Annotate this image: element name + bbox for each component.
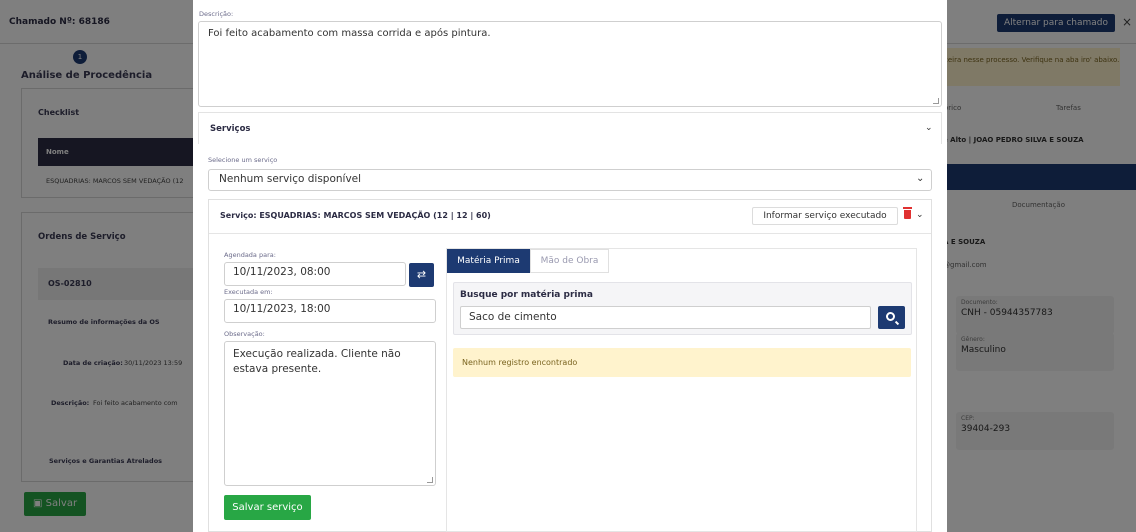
resize-handle[interactable]	[427, 477, 433, 483]
description-textarea[interactable]: Foi feito acabamento com massa corrida e…	[198, 21, 942, 107]
save-service-button[interactable]: Salvar serviço	[224, 495, 311, 520]
search-icon	[886, 312, 895, 321]
tab-labor[interactable]: Mão de Obra	[530, 249, 609, 273]
service-title: Serviço: ESQUADRIAS: MARCOS SEM VEDAÇÃO …	[220, 211, 491, 220]
material-panel: Matéria Prima Mão de Obra Busque por mat…	[446, 248, 917, 532]
service-modal: Descrição: Foi feito acabamento com mass…	[193, 0, 947, 532]
description-text: Foi feito acabamento com massa corrida e…	[208, 28, 491, 39]
select-value: Nenhum serviço disponível	[219, 173, 362, 185]
executed-input[interactable]: 10/11/2023, 18:00	[224, 299, 436, 323]
service-select[interactable]: Nenhum serviço disponível ⌄	[208, 169, 932, 191]
search-value: Saco de cimento	[469, 311, 557, 323]
observation-label: Observação:	[224, 330, 265, 338]
search-button[interactable]	[878, 306, 905, 329]
empty-message: Nenhum registro encontrado	[453, 348, 911, 377]
tab-material[interactable]: Matéria Prima	[447, 249, 530, 273]
scheduled-value: 10/11/2023, 08:00	[233, 266, 331, 278]
executed-label: Executada em:	[224, 288, 273, 296]
search-title: Busque por matéria prima	[460, 290, 593, 300]
swap-icon[interactable]: ⇄	[409, 263, 434, 287]
description-label: Descrição:	[199, 10, 234, 18]
chevron-down-icon[interactable]: ⌄	[925, 123, 933, 133]
observation-text: Execução realizada. Cliente não estava p…	[233, 348, 401, 375]
chevron-down-icon: ⌄	[916, 173, 925, 184]
trash-icon[interactable]	[903, 207, 912, 219]
scheduled-label: Agendada para:	[224, 251, 276, 259]
services-title: Serviços	[210, 124, 251, 134]
services-accordion-header[interactable]: Serviços ⌄	[198, 112, 942, 144]
observation-textarea[interactable]: Execução realizada. Cliente não estava p…	[224, 341, 436, 486]
scheduled-input[interactable]: 10/11/2023, 08:00	[224, 262, 406, 286]
chevron-down-icon[interactable]: ⌄	[916, 210, 924, 220]
material-search-area: Busque por matéria prima Saco de cimento	[453, 282, 912, 335]
executed-value: 10/11/2023, 18:00	[233, 303, 331, 315]
select-label: Selecione um serviço	[208, 156, 278, 164]
service-card-header: Serviço: ESQUADRIAS: MARCOS SEM VEDAÇÃO …	[209, 200, 931, 234]
material-search-input[interactable]: Saco de cimento	[460, 306, 871, 329]
resize-handle[interactable]	[933, 98, 939, 104]
inform-executed-button[interactable]: Informar serviço executado	[752, 207, 898, 225]
